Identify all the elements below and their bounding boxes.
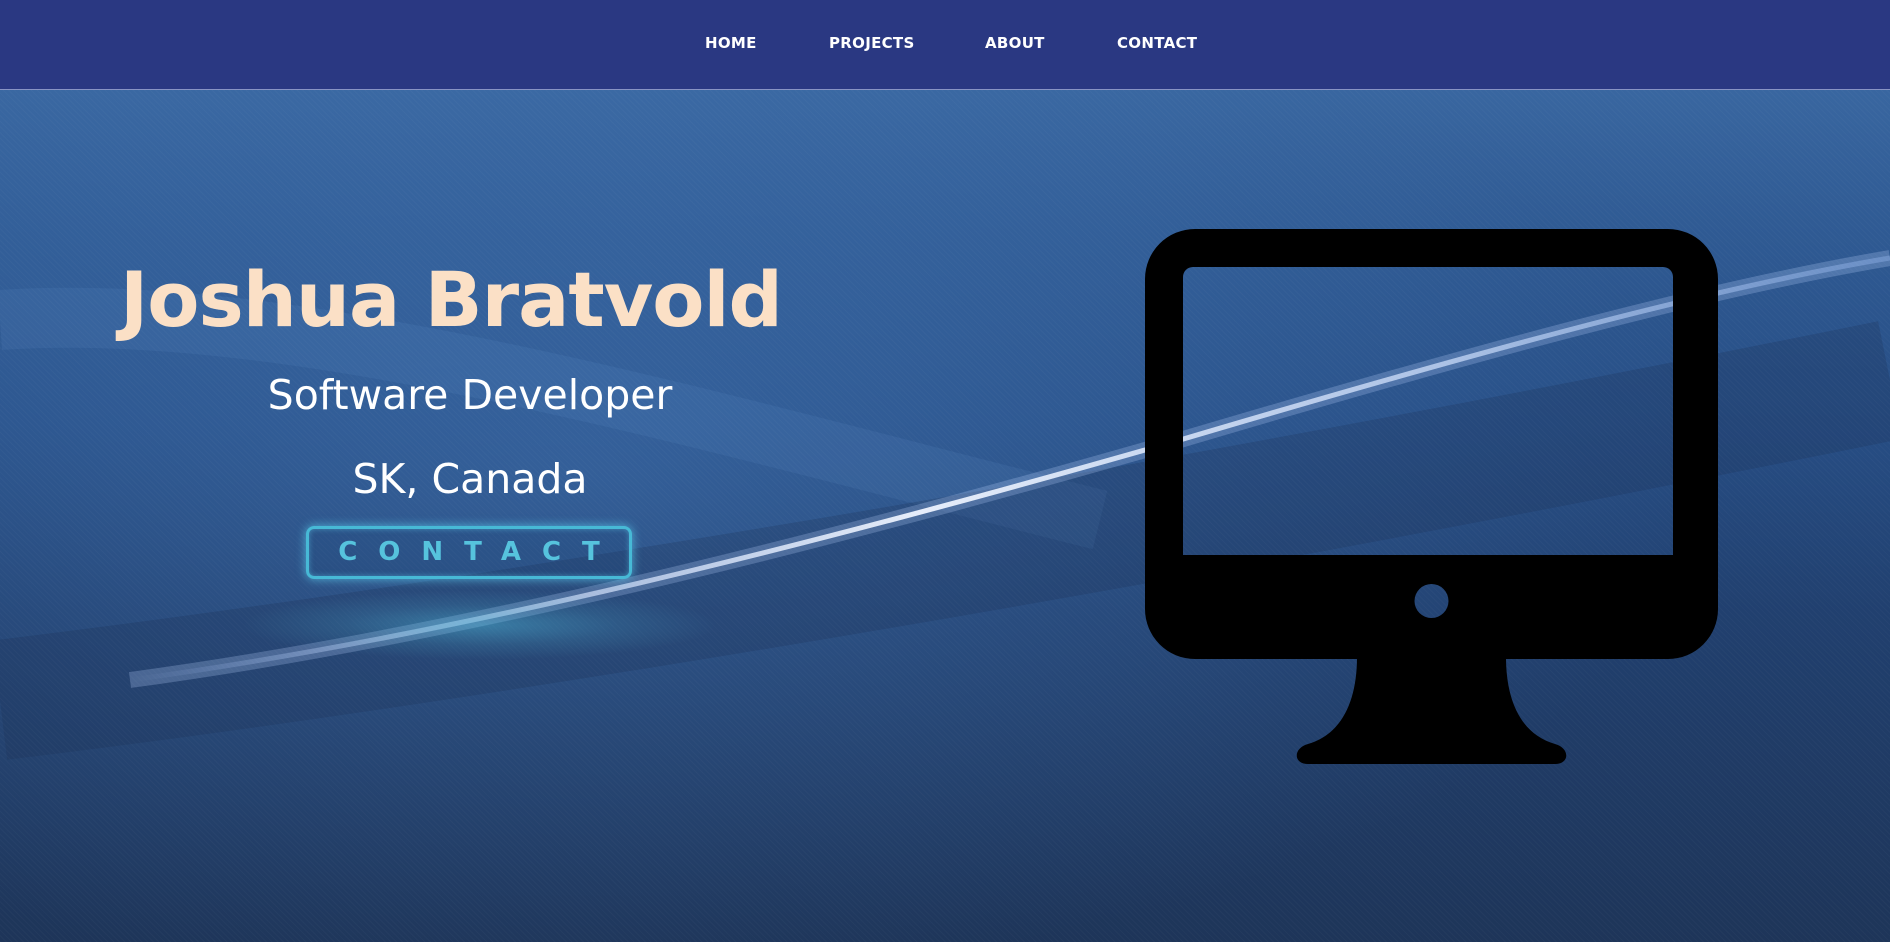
page: HOME PROJECTS ABOUT CONTACT Joshua Bratv… (0, 0, 1890, 942)
nav-contact-link[interactable]: CONTACT (1117, 34, 1197, 52)
hero-role: Software Developer (267, 371, 673, 419)
nav-projects-link[interactable]: PROJECTS (829, 34, 915, 52)
top-navigation: HOME PROJECTS ABOUT CONTACT (0, 0, 1890, 90)
contact-button[interactable]: CONTACT (306, 526, 632, 579)
nav-home-link[interactable]: HOME (705, 34, 757, 52)
nav-about-link[interactable]: ABOUT (985, 34, 1045, 52)
monitor-icon (1145, 229, 1718, 764)
hero-location: SK, Canada (352, 455, 588, 503)
hero-name: Joshua Bratvold (120, 255, 783, 344)
